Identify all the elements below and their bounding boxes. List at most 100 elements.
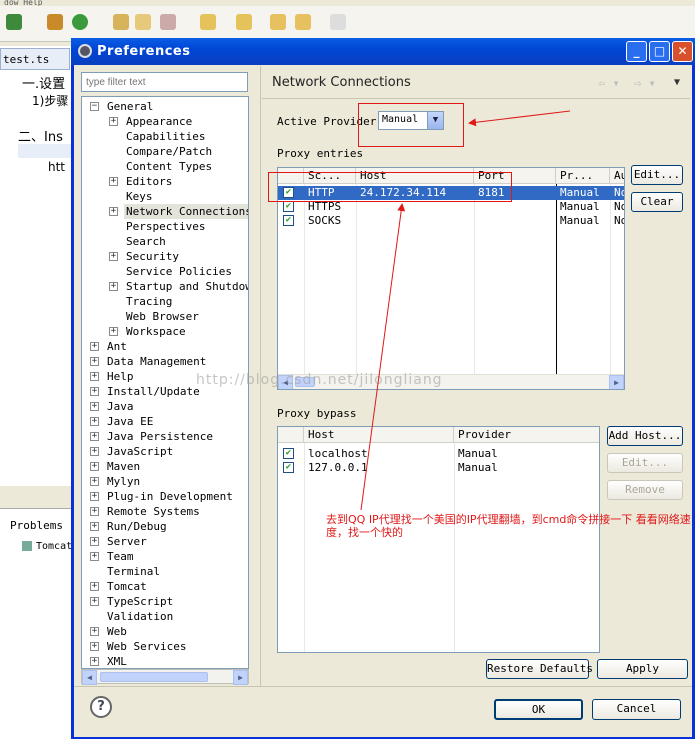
tree-item[interactable]: General (105, 99, 155, 114)
expand-icon[interactable]: + (90, 447, 99, 456)
checkbox[interactable]: ✔ (283, 215, 294, 226)
tree-item[interactable]: Editors (124, 174, 174, 189)
expand-icon[interactable]: + (109, 252, 118, 261)
table-row[interactable]: ✔ 127.0.0.1 Manual (278, 461, 599, 475)
next-annotation-icon[interactable] (200, 14, 216, 30)
tree-item[interactable]: Maven (105, 459, 142, 474)
expand-icon[interactable]: + (90, 627, 99, 636)
expand-icon[interactable]: + (90, 642, 99, 651)
table-row[interactable]: ✔ localhost Manual (278, 447, 599, 461)
debug-icon[interactable] (6, 14, 22, 30)
dialog-titlebar[interactable]: Preferences (71, 38, 695, 65)
expand-icon[interactable]: + (90, 402, 99, 411)
tree-item[interactable]: Plug-in Development (105, 489, 235, 504)
tree-item[interactable]: Keys (124, 189, 155, 204)
tree-item[interactable]: Tracing (124, 294, 174, 309)
brush-icon[interactable] (160, 14, 176, 30)
expand-icon[interactable]: + (90, 417, 99, 426)
expand-icon[interactable]: + (90, 537, 99, 546)
scroll-right-icon[interactable]: ▶ (609, 375, 624, 389)
table-row[interactable]: ✔ HTTPS Manual No (278, 200, 624, 214)
expand-icon[interactable]: + (90, 657, 99, 666)
view-menu-icon[interactable]: ▼ (674, 77, 680, 88)
apply-button[interactable]: Apply (597, 659, 688, 679)
tree-item[interactable]: Tomcat (105, 579, 149, 594)
folder-icon[interactable] (135, 14, 151, 30)
tree-item[interactable]: Java (105, 399, 136, 414)
expand-icon[interactable]: + (90, 357, 99, 366)
tree-item[interactable]: Startup and Shutdown (124, 279, 248, 294)
scroll-left-icon[interactable]: ◀ (82, 670, 97, 685)
ok-button[interactable]: OK (494, 699, 583, 720)
tree-item[interactable]: JavaScript (105, 444, 175, 459)
remove-host-button[interactable]: Remove (607, 480, 683, 500)
table-header-cell[interactable]: Pr... (556, 168, 610, 184)
expand-icon[interactable]: + (90, 342, 99, 351)
tree-item[interactable]: TypeScript (105, 594, 175, 609)
prev-annotation-icon[interactable] (236, 14, 252, 30)
checkbox[interactable]: ✔ (283, 201, 294, 212)
expand-icon[interactable]: + (90, 507, 99, 516)
expand-icon[interactable]: + (109, 207, 118, 216)
expand-icon[interactable]: + (90, 432, 99, 441)
tree-item[interactable]: Service Policies (124, 264, 234, 279)
expand-icon[interactable]: + (109, 282, 118, 291)
expand-icon[interactable]: + (109, 177, 118, 186)
expand-icon[interactable]: + (90, 387, 99, 396)
tree-item[interactable]: Validation (105, 609, 175, 624)
tree-item[interactable]: Network Connections (124, 204, 248, 219)
tree-item[interactable]: Install/Update (105, 384, 202, 399)
proxy-bypass-table[interactable]: Host Provider ✔ localhost Manual ✔ 127.0.0.1 Ma… (277, 426, 600, 653)
scroll-right-icon[interactable]: ▶ (233, 670, 248, 685)
tree-item[interactable]: Run/Debug (105, 519, 169, 534)
clear-proxy-button[interactable]: Clear (631, 192, 683, 212)
tree-item[interactable]: Web Browser (124, 309, 201, 324)
tree-item[interactable]: Content Types (124, 159, 214, 174)
tree-item[interactable]: Perspectives (124, 219, 207, 234)
tree-horizontal-scrollbar[interactable]: ◀ ▶ (81, 669, 249, 685)
expand-icon[interactable]: + (109, 327, 118, 336)
tomcat-server-item[interactable]: Tomcat (36, 541, 72, 552)
tree-item[interactable]: Web Services (105, 639, 188, 654)
tree-item[interactable]: Ant (105, 339, 129, 354)
tree-item[interactable]: XML (105, 654, 129, 668)
table-row[interactable]: ✔ SOCKS Manual No (278, 214, 624, 228)
tree-item[interactable]: Security (124, 249, 181, 264)
tree-item[interactable]: Server (105, 534, 149, 549)
checkbox[interactable]: ✔ (283, 462, 294, 473)
scroll-thumb[interactable] (100, 672, 208, 682)
table-header-cell[interactable]: Host (304, 427, 454, 443)
expand-icon[interactable]: + (90, 477, 99, 486)
expand-icon[interactable]: + (90, 597, 99, 606)
tree-item[interactable]: Search (124, 234, 168, 249)
close-button[interactable]: ✕ (672, 41, 693, 62)
open-folder-icon[interactable] (113, 14, 129, 30)
back-icon[interactable] (295, 14, 311, 30)
tree-item[interactable]: Java EE (105, 414, 155, 429)
problems-tab[interactable]: Problems (10, 519, 63, 532)
nav-back-icon[interactable]: ⇦ ▾ (598, 76, 620, 90)
filter-input[interactable] (81, 72, 248, 92)
expand-icon[interactable]: + (90, 552, 99, 561)
expand-icon[interactable]: + (90, 522, 99, 531)
expand-icon[interactable]: + (90, 582, 99, 591)
tree-item[interactable]: Workspace (124, 324, 188, 339)
tree-item[interactable]: Capabilities (124, 129, 207, 144)
add-host-button[interactable]: Add Host... (607, 426, 683, 446)
help-icon[interactable]: ? (90, 696, 112, 718)
minimize-button[interactable]: _ (626, 41, 647, 62)
forward-icon[interactable] (330, 14, 346, 30)
checkbox[interactable]: ✔ (283, 448, 294, 459)
tree-item[interactable]: Remote Systems (105, 504, 202, 519)
expand-icon[interactable]: + (90, 372, 99, 381)
table-header-cell[interactable]: Provider (454, 427, 599, 443)
tree-item[interactable]: Compare/Patch (124, 144, 214, 159)
editor-tab[interactable]: test.ts (0, 48, 70, 70)
table-header-cell[interactable]: Au (610, 168, 624, 184)
expand-icon[interactable]: + (109, 117, 118, 126)
tree-item[interactable]: Mylyn (105, 474, 142, 489)
tree-item[interactable]: Java Persistence (105, 429, 215, 444)
run-icon[interactable] (72, 14, 88, 30)
expand-icon[interactable]: + (90, 492, 99, 501)
tree-item[interactable]: Data Management (105, 354, 208, 369)
